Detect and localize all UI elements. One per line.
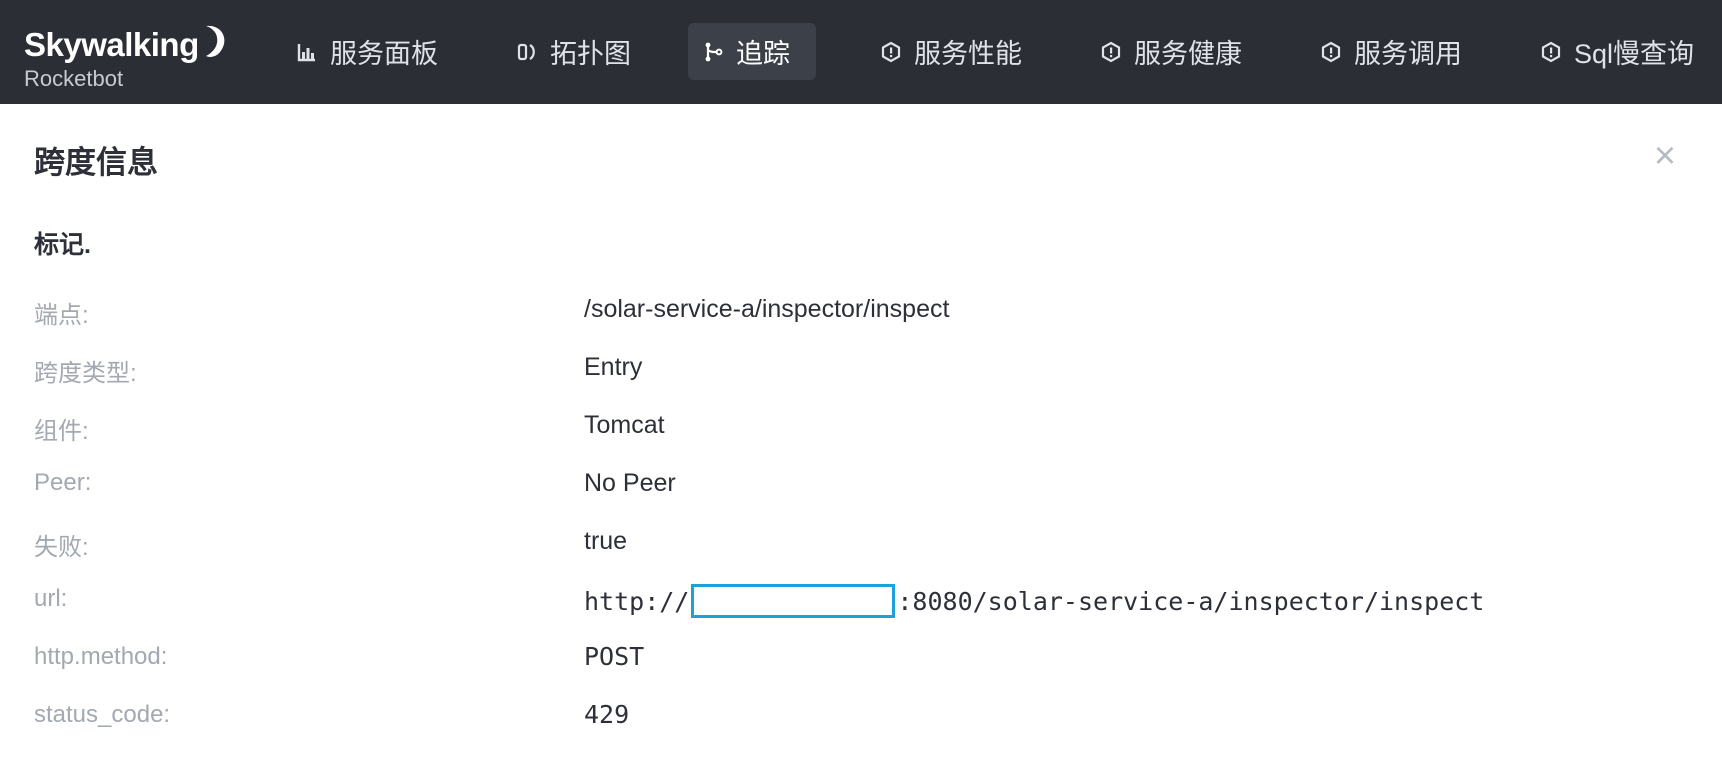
- nav-item-label: 服务面板: [330, 39, 438, 69]
- nav-item-service-performance[interactable]: 服务性能: [866, 23, 1036, 80]
- nav-item-label: 服务调用: [1354, 39, 1462, 69]
- url-suffix: :8080/solar-service-a/inspector/inspect: [897, 586, 1485, 616]
- list-item-url: url: http:// :8080/solar-service-a/inspe…: [0, 580, 1722, 638]
- main-nav: 服务面板 拓扑图 追踪 服务性能 服务健康 服务调用 Sql慢查询: [0, 0, 1722, 104]
- nav-item-label: 拓扑图: [550, 39, 631, 69]
- hexagon-alert-icon: [1100, 41, 1122, 63]
- list-item-endpoint: 端点: /solar-service-a/inspector/inspect: [0, 290, 1722, 348]
- url-value: http:// :8080/solar-service-a/inspector/…: [584, 584, 1484, 618]
- nav-item-label: 追踪: [736, 39, 790, 69]
- list-item-peer: Peer: No Peer: [0, 464, 1722, 522]
- list-item-status-code: status_code: 429: [0, 696, 1722, 754]
- row-label: 组件:: [34, 418, 89, 445]
- row-label: 端点:: [34, 302, 89, 329]
- nav-item-service-health[interactable]: 服务健康: [1086, 23, 1256, 80]
- panel-title: 跨度信息: [34, 145, 158, 180]
- hexagon-alert-icon: [1540, 41, 1562, 63]
- trace-icon: [702, 41, 724, 63]
- nav-item-topology[interactable]: 拓扑图: [502, 23, 645, 80]
- nav-item-service-call[interactable]: 服务调用: [1306, 23, 1476, 80]
- row-label: 失败:: [34, 534, 89, 561]
- nav-item-label: 服务性能: [914, 39, 1022, 69]
- row-value: /solar-service-a/inspector/inspect: [584, 295, 950, 323]
- list-item-component: 组件: Tomcat: [0, 406, 1722, 464]
- list-item-error: 失败: true: [0, 522, 1722, 580]
- row-label: status_code:: [34, 701, 171, 728]
- redacted-host-box: [691, 584, 896, 618]
- row-value: No Peer: [584, 469, 676, 497]
- row-value: Entry: [584, 353, 643, 381]
- nav-item-sql-slow-query[interactable]: Sql慢查询: [1526, 23, 1708, 80]
- top-navigation-bar: Skywalking Rocketbot 服务面板 拓扑图 追踪 服务性能 服务…: [0, 0, 1722, 104]
- row-value: 429: [584, 700, 630, 729]
- row-label: http.method:: [34, 643, 168, 670]
- hexagon-alert-icon: [1320, 41, 1342, 63]
- row-value: true: [584, 527, 628, 555]
- url-prefix: http://: [584, 586, 690, 616]
- span-tag-list: 端点: /solar-service-a/inspector/inspect 跨…: [0, 290, 1722, 754]
- nav-item-label: 服务健康: [1134, 39, 1242, 69]
- tags-section-title: 标记.: [34, 231, 91, 259]
- row-label: Peer:: [34, 469, 92, 496]
- list-item-span-type: 跨度类型: Entry: [0, 348, 1722, 406]
- bar-chart-icon: [296, 41, 318, 63]
- row-value: POST: [584, 642, 645, 671]
- row-label: 跨度类型:: [34, 360, 137, 387]
- list-item-http-method: http.method: POST: [0, 638, 1722, 696]
- nav-item-label: Sql慢查询: [1574, 39, 1695, 69]
- row-label: url:: [34, 585, 68, 612]
- nav-item-trace[interactable]: 追踪: [688, 23, 816, 80]
- hexagon-alert-icon: [880, 41, 902, 63]
- row-value: Tomcat: [584, 411, 665, 439]
- nav-item-service-dashboard[interactable]: 服务面板: [282, 23, 452, 80]
- topology-icon: [516, 41, 538, 63]
- close-button[interactable]: ×: [1650, 137, 1680, 175]
